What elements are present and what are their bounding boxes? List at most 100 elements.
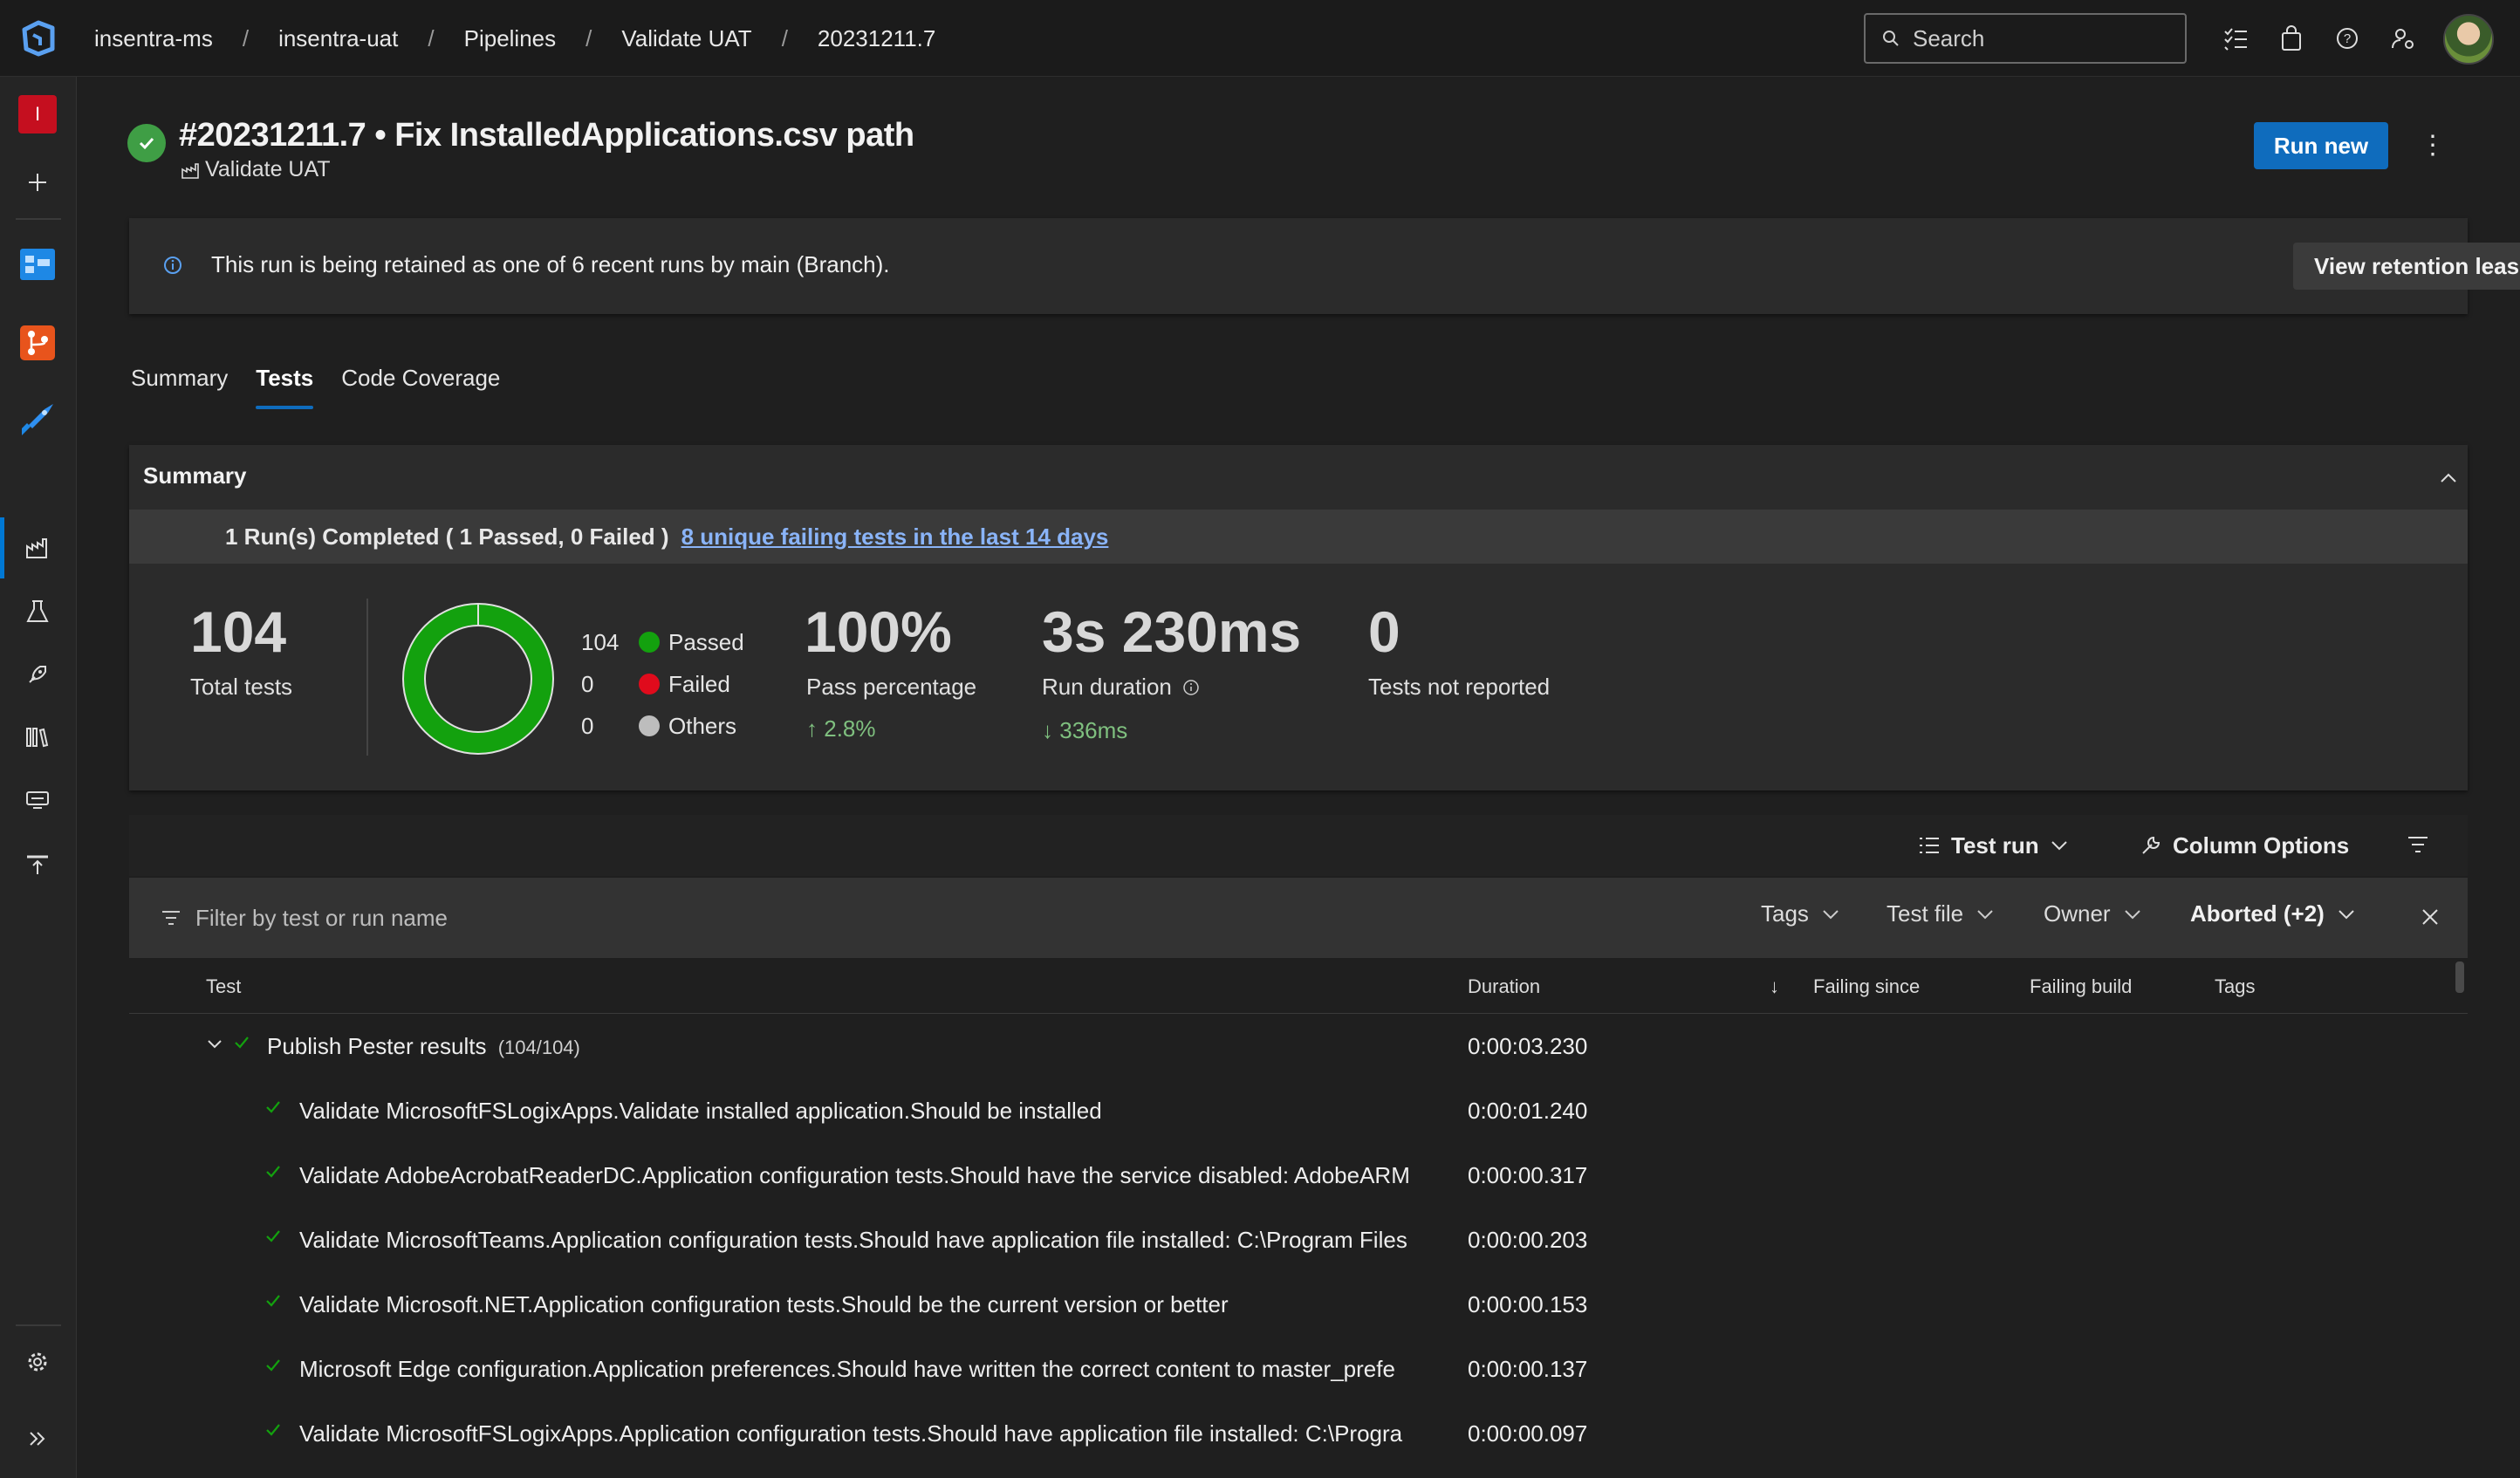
nav-divider — [16, 218, 61, 220]
test-duration: 0:00:00.097 — [1468, 1420, 1588, 1447]
breadcrumb-pipelines[interactable]: Pipelines — [464, 25, 557, 52]
deployment-groups-icon[interactable] — [17, 845, 58, 885]
test-results-table: Test Duration ↓ Failing since Failing bu… — [129, 958, 2468, 1455]
scrollbar-thumb[interactable] — [2455, 961, 2464, 993]
tab-summary[interactable]: Summary — [131, 365, 228, 409]
column-header-failing-since[interactable]: Failing since — [1813, 975, 1920, 998]
library-icon[interactable] — [17, 717, 58, 757]
user-settings-icon[interactable] — [2384, 19, 2422, 58]
tests-not-reported-value: 0 — [1368, 599, 1400, 664]
filter-input[interactable] — [195, 899, 894, 937]
tags-filter-dropdown[interactable]: Tags — [1761, 900, 1840, 927]
table-row[interactable]: Validate AdobeAcrobatReaderDC.Applicatio… — [129, 1143, 2468, 1208]
test-file-filter-dropdown[interactable]: Test file — [1887, 900, 1995, 927]
chevron-down-icon — [2339, 909, 2354, 919]
table-row[interactable]: Validate MicrosoftTeams.Application conf… — [129, 1208, 2468, 1272]
column-header-test[interactable]: Test — [206, 975, 241, 998]
chevron-down-icon — [2124, 909, 2140, 919]
nav-active-indicator — [0, 517, 4, 578]
pipelines-icon[interactable] — [17, 400, 58, 440]
help-icon[interactable]: ? — [2328, 19, 2366, 58]
group-count: (104/104) — [497, 1037, 580, 1058]
filter-toggle-icon[interactable] — [2407, 834, 2429, 855]
test-run-dropdown[interactable]: Test run — [1918, 825, 2069, 866]
wrench-icon — [2142, 836, 2160, 854]
pipelines-nav-icon[interactable] — [17, 527, 58, 567]
passed-label: Passed — [668, 628, 744, 655]
pass-percentage-delta: 2.8% — [824, 715, 876, 742]
total-tests-label: Total tests — [190, 674, 293, 700]
test-duration: 0:00:00.203 — [1468, 1227, 1588, 1253]
chevron-down-icon — [2051, 841, 2067, 851]
breadcrumb-org[interactable]: insentra-ms — [94, 25, 213, 52]
failed-label: Failed — [668, 670, 730, 697]
tab-code-coverage[interactable]: Code Coverage — [341, 365, 500, 409]
marketplace-bag-icon[interactable] — [2272, 19, 2311, 58]
svg-text:?: ? — [2344, 31, 2351, 46]
search-box[interactable] — [1864, 13, 2187, 64]
column-header-tags[interactable]: Tags — [2215, 975, 2255, 998]
project-settings-gear-icon[interactable] — [17, 1342, 58, 1382]
avatar[interactable] — [2443, 14, 2494, 65]
table-row[interactable]: Validate MicrosoftFSLogixApps.Applicatio… — [129, 1401, 2468, 1455]
top-icons: ? — [2216, 19, 2422, 58]
pass-percentage-value: 100% — [805, 599, 952, 664]
breadcrumb-pipeline[interactable]: Validate UAT — [621, 25, 751, 52]
boards-icon[interactable] — [17, 244, 58, 284]
duration-info-icon[interactable] — [1182, 679, 1200, 696]
sort-descending-arrow-icon[interactable]: ↓ — [1770, 975, 1779, 998]
test-duration: 0:00:00.317 — [1468, 1162, 1588, 1188]
test-name: Validate AdobeAcrobatReaderDC.Applicatio… — [299, 1162, 1410, 1188]
tags-filter-label: Tags — [1761, 900, 1809, 927]
owner-filter-label: Owner — [2044, 900, 2111, 927]
test-name: Validate MicrosoftFSLogixApps.Validate i… — [299, 1098, 1102, 1124]
outcome-filter-dropdown[interactable]: Aborted (+2) — [2190, 900, 2356, 927]
failing-tests-link[interactable]: 8 unique failing tests in the last 14 da… — [681, 523, 1109, 550]
column-header-failing-build[interactable]: Failing build — [2030, 975, 2132, 998]
search-input[interactable] — [1913, 24, 2157, 52]
task-groups-icon[interactable] — [17, 780, 58, 820]
run-duration-label: Run duration — [1042, 674, 1172, 700]
filter-icon — [162, 911, 180, 925]
table-row[interactable]: Validate Microsoft.NET.Application confi… — [129, 1272, 2468, 1337]
add-icon[interactable] — [17, 162, 58, 202]
table-row[interactable]: Microsoft Edge configuration.Application… — [129, 1337, 2468, 1401]
nav-divider — [16, 1324, 61, 1326]
owner-filter-dropdown[interactable]: Owner — [2044, 900, 2142, 927]
expand-nav-chevron-icon[interactable] — [17, 1419, 58, 1459]
tab-tests[interactable]: Tests — [256, 365, 314, 409]
org-badge[interactable]: I — [17, 94, 58, 134]
test-plans-icon[interactable] — [17, 592, 58, 632]
breadcrumb: insentra-ms / insentra-uat / Pipelines /… — [94, 0, 935, 77]
legend-failed: 0 Failed — [581, 663, 744, 705]
run-succeeded-check-icon — [127, 124, 166, 162]
breadcrumb-project[interactable]: insentra-uat — [278, 25, 398, 52]
more-actions-icon[interactable]: ⋮ — [2415, 127, 2450, 162]
summary-card: Summary 1 Run(s) Completed ( 1 Passed, 0… — [129, 445, 2468, 790]
passed-check-icon — [266, 1359, 280, 1372]
runs-completed-text: 1 Run(s) Completed ( 1 Passed, 0 Failed … — [225, 523, 669, 550]
banner-message: This run is being retained as one of 6 r… — [211, 251, 890, 277]
deployment-rocket-icon[interactable] — [17, 654, 58, 695]
passed-check-icon — [235, 1037, 249, 1049]
work-items-icon[interactable] — [2216, 19, 2255, 58]
pipeline-link[interactable]: Validate UAT — [181, 157, 331, 182]
donut-legend: 104 Passed 0 Failed 0 Others — [581, 621, 744, 747]
breadcrumb-run[interactable]: 20231211.7 — [818, 25, 935, 52]
arrow-down-icon: ↓ — [1042, 717, 1053, 743]
others-label: Others — [668, 712, 737, 739]
azure-devops-logo-icon[interactable] — [19, 19, 58, 58]
clear-filters-close-icon[interactable] — [2417, 904, 2443, 930]
column-header-duration[interactable]: Duration — [1468, 975, 1540, 998]
group-row[interactable]: Publish Pester results (104/104) 0:00:03… — [129, 1014, 2468, 1078]
chevron-down-icon — [1823, 909, 1839, 919]
table-row[interactable]: Validate MicrosoftFSLogixApps.Validate i… — [129, 1078, 2468, 1143]
view-retention-leases-button[interactable]: View retention leases — [2293, 243, 2520, 290]
test-run-label: Test run — [1951, 831, 2039, 859]
repos-icon[interactable] — [17, 323, 58, 363]
list-icon — [1920, 838, 1939, 853]
run-new-button[interactable]: Run new — [2254, 122, 2388, 169]
collapse-chevron-up-icon[interactable] — [2436, 466, 2461, 490]
chevron-down-icon[interactable] — [206, 1038, 223, 1050]
column-options-button[interactable]: Column Options — [2140, 825, 2349, 866]
